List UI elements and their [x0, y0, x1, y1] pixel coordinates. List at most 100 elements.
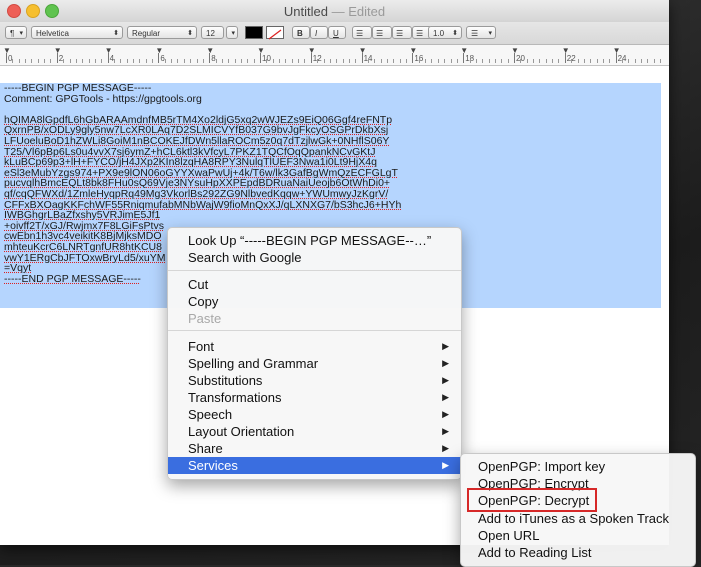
ruler-minor-tick [139, 59, 141, 63]
menu-item-label: Share [188, 441, 223, 456]
document-line: T25/Vl6pBp6Ls0u4vvX7sj6ymZ+hCL6ktl3kVfcy… [4, 146, 376, 158]
menu-item-share[interactable]: Share ▶ [168, 440, 461, 457]
ruler-major-tick [56, 53, 58, 63]
menu-item-copy[interactable]: Copy [168, 293, 461, 310]
ruler-minor-tick [298, 59, 300, 63]
ruler-minor-tick [475, 59, 477, 63]
ruler-minor-tick [253, 59, 255, 63]
underline-button[interactable]: U [328, 26, 346, 39]
format-bar: ¶ ▾ Helvetica ⬍ Regular ⬍ 12 ▾ B I U ☰ ☰ ☰ … [0, 22, 669, 45]
ruler-minor-tick [69, 59, 71, 63]
ruler-minor-tick [609, 59, 611, 63]
ruler-minor-tick [18, 59, 20, 63]
ruler-minor-tick [12, 59, 14, 63]
font-size-popup[interactable]: ▾ [226, 26, 238, 39]
menu-item-font[interactable]: Font ▶ [168, 338, 461, 355]
services-item-label: Add to iTunes as a Spoken Track [478, 511, 670, 526]
window-title: Untitled — Edited [0, 4, 669, 19]
ruler-minor-tick [215, 59, 217, 63]
align-right-button[interactable]: ☰ [392, 26, 412, 39]
menu-item-label: Transformations [188, 390, 282, 405]
menu-item-label: Services [188, 458, 238, 473]
ruler-minor-tick [152, 59, 154, 63]
ruler-minor-tick [406, 59, 408, 63]
menu-separator [168, 270, 461, 271]
font-family-popup[interactable]: Helvetica ⬍ [31, 26, 123, 39]
menu-item-substitutions[interactable]: Substitutions ▶ [168, 372, 461, 389]
ruler-minor-tick [653, 59, 655, 63]
menu-item-spelling-and-grammar[interactable]: Spelling and Grammar ▶ [168, 355, 461, 372]
menu-item-speech[interactable]: Speech ▶ [168, 406, 461, 423]
ruler-minor-tick [526, 59, 528, 63]
ruler-minor-tick [488, 59, 490, 63]
ruler-minor-tick [399, 59, 401, 63]
services-item-add-to-reading-list[interactable]: Add to Reading List [461, 544, 695, 561]
menu-item-search-with-google[interactable]: Search with Google [168, 249, 461, 266]
ruler-minor-tick [450, 59, 452, 63]
menu-item-transformations[interactable]: Transformations ▶ [168, 389, 461, 406]
ruler-minor-tick [120, 59, 122, 63]
ruler[interactable]: ▼0▼2▼4▼6▼8▼10▼12▼14▼16▼18▼20▼22▼24 [0, 45, 669, 66]
ruler-minor-tick [634, 59, 636, 63]
bold-button[interactable]: B [292, 26, 310, 39]
services-item-label: OpenPGP: Import key [478, 459, 606, 474]
document-line: kLuBCp69p3+lH+FYCO/jH4JXp2KIn8lzqHA8RPY3… [4, 157, 377, 168]
ruler-minor-tick [552, 59, 554, 63]
ruler-minor-tick [63, 59, 65, 63]
submenu-arrow-icon: ▶ [442, 460, 449, 470]
submenu-arrow-icon: ▶ [442, 341, 449, 351]
menu-item-look-up-begin-pgp-message[interactable]: Look Up “-----BEGIN PGP MESSAGE--…” [168, 232, 461, 249]
align-center-button[interactable]: ☰ [372, 26, 392, 39]
line-spacing-popup[interactable]: 1.0 ⬍ [428, 26, 462, 39]
font-style-popup[interactable]: Regular ⬍ [127, 26, 197, 39]
document-name: Untitled [283, 4, 328, 19]
ruler-minor-tick [602, 59, 604, 63]
submenu-arrow-icon: ▶ [442, 409, 449, 419]
ruler-minor-tick [44, 59, 46, 63]
text-color-well[interactable] [245, 26, 263, 39]
align-justify-icon: ☰ [416, 29, 424, 38]
services-item-openpgp-import-key[interactable]: OpenPGP: Import key [461, 458, 695, 475]
ruler-minor-tick [31, 59, 33, 63]
ruler-major-tick [615, 53, 617, 63]
menu-item-layout-orientation[interactable]: Layout Orientation ▶ [168, 423, 461, 440]
ruler-minor-tick [431, 59, 433, 63]
menu-item-label: Paste [188, 311, 222, 326]
document-line: pucvqlhBmcEQLt8bk8FHu0sQ69Vje3NYsuHpXXPE… [4, 178, 391, 189]
ruler-minor-tick [145, 59, 147, 63]
ruler-minor-tick [285, 59, 287, 63]
ruler-minor-tick [50, 59, 52, 63]
ruler-minor-tick [348, 59, 350, 63]
ruler-minor-tick [183, 59, 185, 63]
list-bullets-popup[interactable]: ☰ ▾ [466, 26, 496, 39]
title-bar[interactable]: Untitled — Edited [0, 0, 669, 22]
ruler-minor-tick [425, 59, 427, 63]
ruler-minor-tick [304, 59, 306, 63]
ruler-minor-tick [387, 59, 388, 63]
ruler-minor-tick [37, 59, 39, 63]
services-item-add-to-itunes-as-a-spoken-track[interactable]: Add to iTunes as a Spoken Track [461, 510, 695, 527]
ruler-minor-tick [520, 59, 522, 63]
ruler-minor-tick [367, 59, 369, 63]
services-item-open-url[interactable]: Open URL [461, 527, 695, 544]
menu-item-label: Look Up “-----BEGIN PGP MESSAGE--…” [188, 233, 432, 248]
menu-item-cut[interactable]: Cut [168, 276, 461, 293]
ruler-minor-tick [75, 59, 77, 63]
ruler-minor-tick [317, 59, 319, 63]
document-line: Comment: GPGTools - https://gpgtools.org [4, 93, 202, 105]
ruler-major-tick [361, 53, 363, 63]
menu-item-services[interactable]: Services ▶ [168, 457, 461, 474]
align-left-button[interactable]: ☰ [352, 26, 372, 39]
ruler-minor-tick [336, 59, 338, 63]
ruler-minor-tick [418, 59, 420, 63]
paragraph-style-popup[interactable]: ¶ ▾ [5, 26, 27, 39]
ruler-major-tick [412, 53, 414, 63]
font-size-field[interactable]: 12 [201, 26, 224, 39]
submenu-arrow-icon: ▶ [442, 426, 449, 436]
italic-button[interactable]: I [310, 26, 328, 39]
ruler-minor-tick [88, 59, 90, 63]
highlight-color-well[interactable] [266, 26, 284, 40]
document-line: -----BEGIN PGP MESSAGE----- [4, 83, 152, 94]
services-item-label: Open URL [478, 528, 540, 543]
